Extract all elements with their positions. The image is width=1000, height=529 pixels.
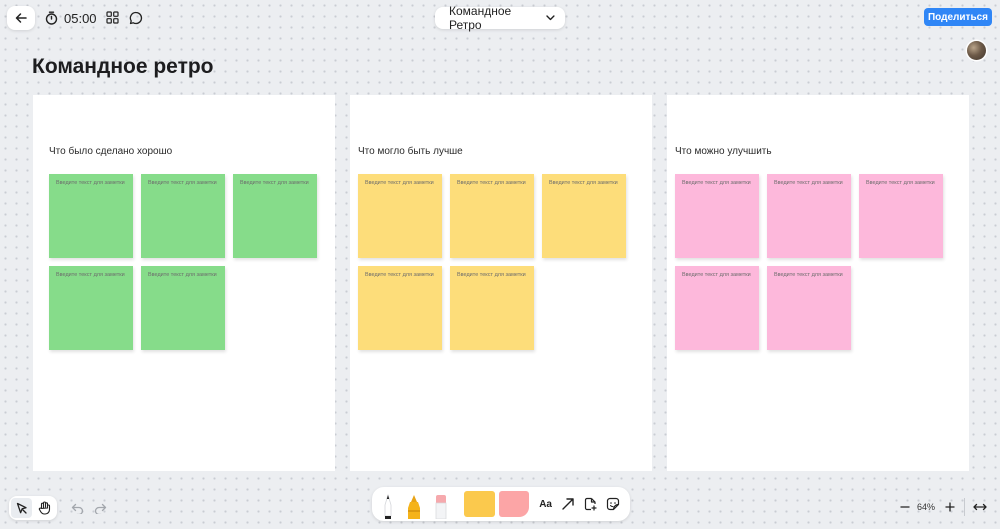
creation-toolbar: Aa (372, 487, 630, 521)
arrow-left-icon (15, 13, 27, 23)
add-file-icon (584, 497, 597, 511)
divider (964, 498, 965, 516)
sticky-note[interactable]: Введите текст для заметки (49, 174, 133, 258)
timer-value: 05:00 (64, 10, 97, 26)
back-button[interactable] (7, 6, 35, 30)
sticky-note[interactable]: Введите текст для заметки (859, 174, 943, 258)
grid-icon[interactable] (105, 10, 119, 24)
column-went-well: Что было сделано хорошо Введите текст дл… (33, 95, 335, 471)
column-title: Что было сделано хорошо (49, 146, 173, 157)
timer[interactable]: 05:00 (45, 6, 97, 30)
stopwatch-icon (45, 11, 58, 25)
share-button[interactable]: Поделиться (924, 8, 992, 26)
column-could-be-better: Что могло быть лучше Введите текст для з… (350, 95, 652, 471)
hand-icon (38, 501, 51, 515)
column-title: Что могло быть лучше (358, 146, 463, 157)
eraser-tool[interactable] (434, 489, 448, 519)
page-title: Командное ретро (32, 55, 214, 78)
zoom-in-button[interactable] (943, 500, 957, 514)
cursor-icon (16, 502, 27, 514)
sticky-note-yellow[interactable] (464, 491, 495, 517)
undo-button[interactable] (70, 501, 84, 515)
undo-icon (71, 503, 83, 514)
sticky-note[interactable]: Введите текст для заметки (450, 174, 534, 258)
chevron-down-icon (546, 15, 555, 21)
sticky-note[interactable]: Введите текст для заметки (675, 266, 759, 350)
sticky-note[interactable]: Введите текст для заметки (542, 174, 626, 258)
sticker-icon (606, 497, 620, 511)
column-title: Что можно улучшить (675, 146, 772, 157)
plus-icon (945, 502, 955, 512)
board-title-label: Командное Ретро (449, 4, 512, 32)
sticky-note[interactable]: Введите текст для заметки (358, 266, 442, 350)
marker-tool[interactable] (406, 489, 422, 519)
sticky-note[interactable]: Введите текст для заметки (358, 174, 442, 258)
sticky-note[interactable]: Введите текст для заметки (49, 266, 133, 350)
sticky-note[interactable]: Введите текст для заметки (675, 174, 759, 258)
upload-tool[interactable] (584, 489, 597, 519)
sticker-tool[interactable] (606, 489, 620, 519)
sticky-note[interactable]: Введите текст для заметки (233, 174, 317, 258)
zoom-out-button[interactable] (898, 500, 912, 514)
redo-button[interactable] (93, 501, 107, 515)
eraser-icon (435, 495, 447, 519)
fit-width-button[interactable] (972, 501, 988, 513)
sticky-note[interactable]: Введите текст для заметки (450, 266, 534, 350)
marker-icon (408, 495, 420, 519)
zoom-level[interactable]: 64% (917, 502, 935, 512)
text-tool[interactable]: Aa (539, 489, 552, 519)
chat-icon[interactable] (128, 10, 144, 26)
hand-tool[interactable] (34, 498, 55, 518)
sticky-note[interactable]: Введите текст для заметки (767, 266, 851, 350)
pen-tool[interactable] (382, 489, 394, 519)
arrow-icon (562, 498, 574, 510)
expand-horizontal-icon (973, 503, 987, 511)
select-tool[interactable] (11, 498, 32, 518)
sticky-note-pink[interactable] (498, 491, 530, 517)
column-can-improve: Что можно улучшить Введите текст для зам… (667, 95, 969, 471)
pen-icon (384, 493, 392, 519)
sticky-note[interactable]: Введите текст для заметки (141, 174, 225, 258)
sticky-note[interactable]: Введите текст для заметки (767, 174, 851, 258)
arrow-tool[interactable] (561, 489, 575, 519)
board-title-dropdown[interactable]: Командное Ретро (435, 4, 565, 32)
avatar[interactable] (967, 41, 986, 60)
minus-icon (900, 506, 910, 508)
sticky-note[interactable]: Введите текст для заметки (141, 266, 225, 350)
redo-icon (94, 503, 106, 514)
navigation-tools (9, 496, 57, 520)
